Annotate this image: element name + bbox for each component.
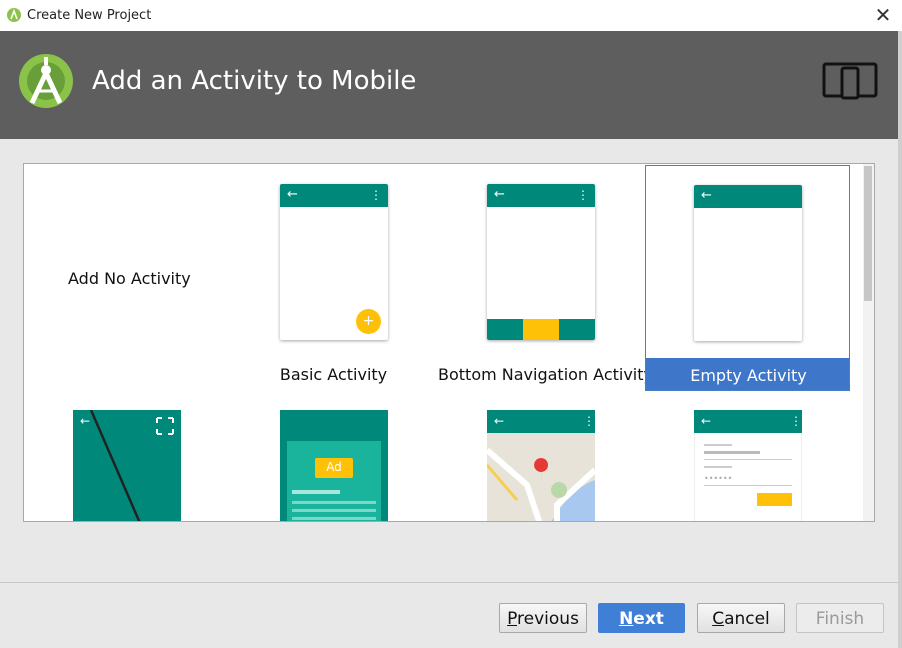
activity-bottom-navigation[interactable]: ← ⋮ Bottom Navigation Activity <box>438 164 653 390</box>
title-bar: Create New Project ✕ <box>0 0 902 32</box>
finish-button: Finish <box>796 603 884 633</box>
overflow-menu-icon: ⋮ <box>370 188 382 202</box>
next-button[interactable]: Next <box>598 603 685 633</box>
page-title: Add an Activity to Mobile <box>92 66 417 96</box>
previous-button[interactable]: Previous <box>499 603 587 633</box>
svg-text:←: ← <box>80 414 90 428</box>
cancel-button[interactable]: Cancel <box>697 603 785 633</box>
fullscreen-activity-preview: ← <box>73 410 181 521</box>
activity-fullscreen[interactable]: ← <box>24 390 229 521</box>
android-studio-icon <box>7 8 21 22</box>
overflow-menu-icon: ⋮ <box>577 188 589 202</box>
app-bar: ← ⋮ <box>280 184 388 207</box>
android-studio-logo-icon <box>19 54 73 108</box>
activity-empty[interactable]: ← Empty Activity <box>645 165 850 391</box>
svg-text:←: ← <box>494 414 504 428</box>
activity-gallery[interactable]: Add No Activity ← ⋮ + Basic Activity ← ⋮… <box>23 163 875 522</box>
gallery-scrollbar[interactable] <box>863 164 874 521</box>
activity-label: Empty Activity <box>690 366 807 385</box>
back-arrow-icon: ← <box>701 188 712 203</box>
activity-basic[interactable]: ← ⋮ + Basic Activity <box>231 164 436 390</box>
back-arrow-icon: ← <box>494 187 505 202</box>
activity-admob[interactable]: Ad <box>231 390 436 521</box>
ad-badge: Ad <box>326 460 342 474</box>
maps-activity-preview: ← ⋮ <box>487 410 595 521</box>
svg-text:••••••: •••••• <box>704 474 732 483</box>
svg-text:⋮: ⋮ <box>790 414 802 428</box>
window-edge <box>898 31 902 648</box>
close-icon[interactable]: ✕ <box>872 4 894 26</box>
bottom-nav-preview: ← ⋮ <box>487 184 595 340</box>
activity-login[interactable]: ← ⋮ •••••• <box>645 390 850 521</box>
tablet-phone-icon <box>822 62 878 100</box>
scrollbar-thumb[interactable] <box>864 166 872 301</box>
activity-no-activity[interactable]: Add No Activity <box>24 164 229 390</box>
login-activity-preview: ← ⋮ •••••• <box>694 410 802 521</box>
activity-label: Bottom Navigation Activity <box>438 365 653 384</box>
footer-divider <box>0 582 898 583</box>
svg-text:⋮: ⋮ <box>583 414 595 428</box>
bottom-navigation-bar <box>487 319 595 340</box>
activity-maps[interactable]: ← ⋮ <box>438 390 643 521</box>
app-bar: ← ⋮ <box>487 184 595 207</box>
fab-plus-icon: + <box>356 309 381 334</box>
activity-label: Basic Activity <box>279 365 388 384</box>
back-arrow-icon: ← <box>287 187 298 202</box>
no-activity-label: Add No Activity <box>68 269 191 288</box>
app-bar: ← <box>694 185 802 208</box>
basic-activity-preview: ← ⋮ + <box>280 184 388 340</box>
wizard-header: Add an Activity to Mobile <box>0 31 898 139</box>
empty-activity-preview: ← <box>694 185 802 341</box>
window-title: Create New Project <box>27 8 152 23</box>
svg-text:←: ← <box>701 414 711 428</box>
